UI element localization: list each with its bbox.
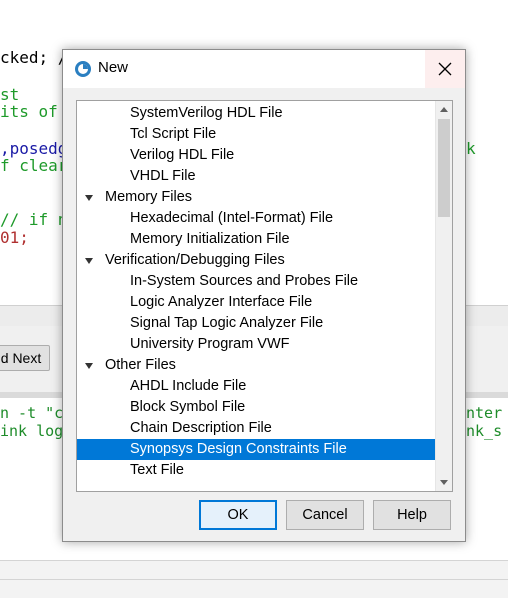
tree-row-label: Memory Files — [105, 189, 193, 205]
dialog-titlebar[interactable]: New — [63, 50, 465, 88]
tree-item-row[interactable]: Verilog HDL File — [77, 145, 435, 166]
code-line-6: // if n — [0, 210, 68, 229]
tree-row-label: In-System Sources and Probes File — [130, 273, 359, 289]
help-button[interactable]: Help — [373, 500, 451, 530]
code-right-fragment: k — [466, 139, 476, 158]
tree-row-label: Hexadecimal (Intel-Format) File — [130, 210, 334, 226]
status-bar — [0, 560, 508, 579]
tree-item-row[interactable]: Synopsys Design Constraints File — [77, 439, 435, 460]
tree-row-label: University Program VWF — [130, 336, 290, 352]
tree-item-row[interactable]: Hexadecimal (Intel-Format) File — [77, 208, 435, 229]
code-line-7: 01; — [0, 228, 29, 247]
find-next-button[interactable]: d Next — [0, 345, 50, 371]
tree-item-row[interactable]: Memory Initialization File — [77, 229, 435, 250]
tree-row-label: Memory Initialization File — [130, 231, 290, 247]
scroll-down-arrow-icon[interactable] — [436, 474, 452, 491]
tree-group-row[interactable]: Verification/Debugging Files — [77, 250, 435, 271]
tree-row-label: Tcl Script File — [130, 126, 217, 142]
tree-item-row[interactable]: SystemVerilog HDL File — [77, 103, 435, 124]
scroll-up-arrow-icon[interactable] — [436, 101, 452, 118]
scroll-thumb[interactable] — [438, 119, 450, 217]
tree-item-row[interactable]: In-System Sources and Probes File — [77, 271, 435, 292]
ok-button[interactable]: OK — [199, 500, 277, 530]
tree-row-label: Verilog HDL File — [130, 147, 235, 163]
console-line-2: ink log — [0, 422, 64, 440]
tree-row-label: Signal Tap Logic Analyzer File — [130, 315, 324, 331]
console-line-1-right: nter — [466, 404, 503, 422]
status-bar-lower — [0, 579, 508, 598]
tree-row-label: AHDL Include File — [130, 378, 247, 394]
tree-item-row[interactable]: Chain Description File — [77, 418, 435, 439]
tree-row-label: Verification/Debugging Files — [105, 252, 285, 268]
expand-arrow-icon[interactable] — [85, 363, 93, 369]
expand-arrow-icon[interactable] — [85, 195, 93, 201]
tree-item-row[interactable]: VHDL File — [77, 166, 435, 187]
console-line-1: n -t "c — [0, 404, 64, 422]
cancel-button[interactable]: Cancel — [286, 500, 364, 530]
tree-row-label: VHDL File — [130, 168, 196, 184]
tree-row-label: Synopsys Design Constraints File — [130, 441, 347, 457]
file-type-list[interactable]: SystemVerilog HDL File Tcl Script File Ver… — [76, 100, 453, 492]
tree-item-row[interactable]: Block Symbol File — [77, 397, 435, 418]
dialog-title: New — [98, 59, 129, 76]
tree-item-row[interactable]: Signal Tap Logic Analyzer File — [77, 313, 435, 334]
tree-item-row[interactable]: Logic Analyzer Interface File — [77, 292, 435, 313]
tree-group-row[interactable]: Memory Files — [77, 187, 435, 208]
code-line-5: f clear — [0, 156, 68, 175]
tree-row-label: Block Symbol File — [130, 399, 246, 415]
tree-item-row[interactable]: Text File — [77, 460, 435, 481]
tree-row-label: SystemVerilog HDL File — [130, 105, 283, 121]
tree-row-label: Chain Description File — [130, 420, 272, 436]
expand-arrow-icon[interactable] — [85, 258, 93, 264]
tree-item-row[interactable]: AHDL Include File — [77, 376, 435, 397]
tree-item-row[interactable]: University Program VWF — [77, 334, 435, 355]
tree-group-row[interactable]: Other Files — [77, 355, 435, 376]
console-line-2-right: nk_s — [466, 422, 503, 440]
tree-item-row[interactable]: Tcl Script File — [77, 124, 435, 145]
code-line-3: its of — [0, 102, 58, 121]
tree-row-label: Other Files — [105, 357, 176, 373]
close-button[interactable] — [425, 50, 465, 88]
quartus-app-icon — [75, 61, 91, 77]
vertical-scrollbar[interactable] — [435, 101, 452, 491]
tree-row-label: Text File — [130, 462, 184, 478]
tree-row-label: Logic Analyzer Interface File — [130, 294, 313, 310]
code-line-1: cked; / — [0, 48, 68, 67]
close-icon — [438, 62, 452, 76]
new-file-dialog: New SystemVerilog HDL File Tcl Script Fil… — [62, 49, 466, 542]
